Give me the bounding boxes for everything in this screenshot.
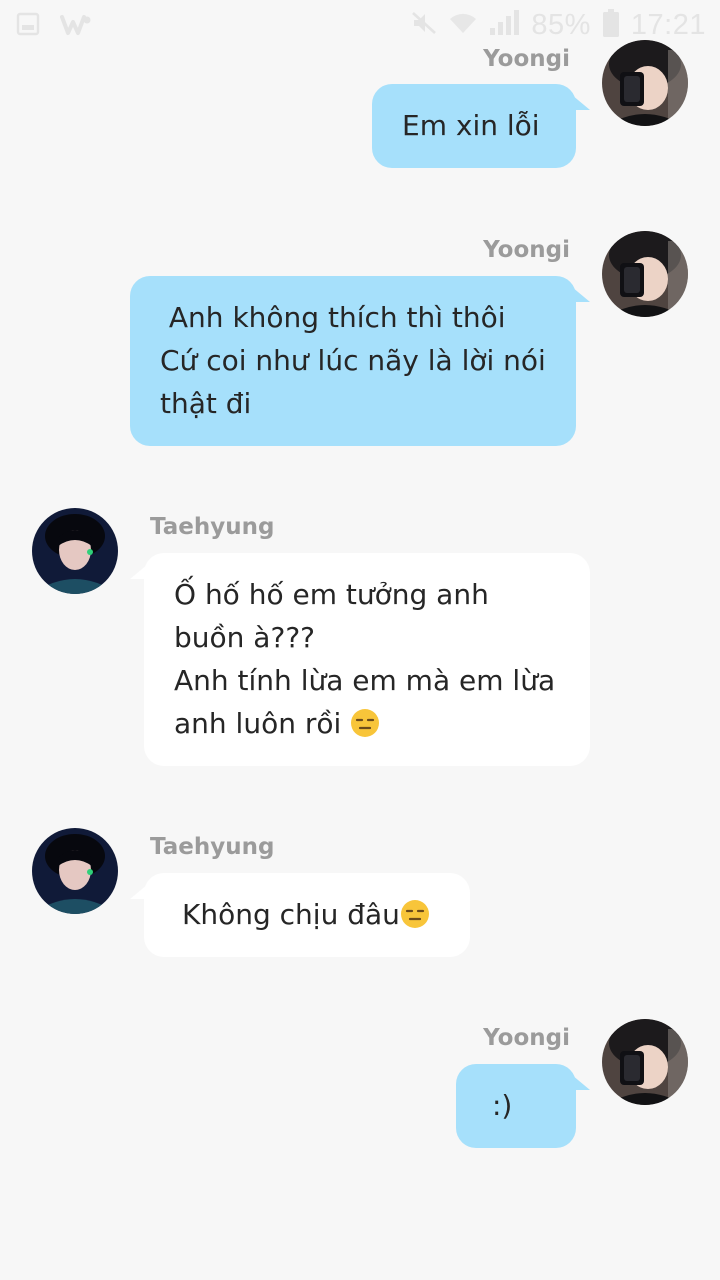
clock-time: 17:21	[630, 8, 706, 41]
avatar[interactable]	[602, 1019, 688, 1105]
message-bubble[interactable]: Ố hố hố em tưởng anh buồn à??? Anh tính …	[130, 553, 590, 766]
chat-message: Taehyung Không chịu đâu	[0, 828, 720, 958]
wattpad-icon	[60, 14, 92, 40]
wifi-icon	[449, 11, 477, 39]
image-icon	[16, 12, 40, 40]
expressionless-face-emoji	[400, 898, 430, 941]
avatar[interactable]	[602, 40, 688, 126]
message-bubble[interactable]: :)	[456, 1064, 590, 1148]
avatar[interactable]	[602, 231, 688, 317]
chat-message: Yoongi Em xin lỗi	[0, 40, 720, 170]
message-bubble[interactable]: Không chịu đâu	[130, 873, 470, 957]
sender-name: Yoongi	[483, 46, 570, 72]
signal-icon	[489, 10, 520, 40]
sender-name: Yoongi	[483, 1025, 570, 1051]
battery-icon	[602, 9, 619, 41]
sender-name: Taehyung	[150, 834, 275, 860]
message-bubble[interactable]: Em xin lỗi	[372, 84, 590, 168]
chat-message: Yoongi Anh không thích thì thôi Cứ coi n…	[0, 231, 720, 447]
message-text: Không chịu đâu	[182, 898, 400, 931]
chat-message: Yoongi :)	[0, 1019, 720, 1149]
sender-name: Yoongi	[483, 237, 570, 263]
mute-icon	[411, 11, 437, 39]
message-bubble[interactable]: Anh không thích thì thôi Cứ coi như lúc …	[130, 276, 590, 446]
avatar[interactable]	[32, 508, 118, 594]
battery-percent: 85%	[531, 8, 591, 41]
chat-message: Taehyung Ố hố hố em tưởng anh buồn à??? …	[0, 508, 720, 768]
expressionless-face-emoji	[350, 707, 380, 750]
avatar[interactable]	[32, 828, 118, 914]
sender-name: Taehyung	[150, 514, 275, 540]
